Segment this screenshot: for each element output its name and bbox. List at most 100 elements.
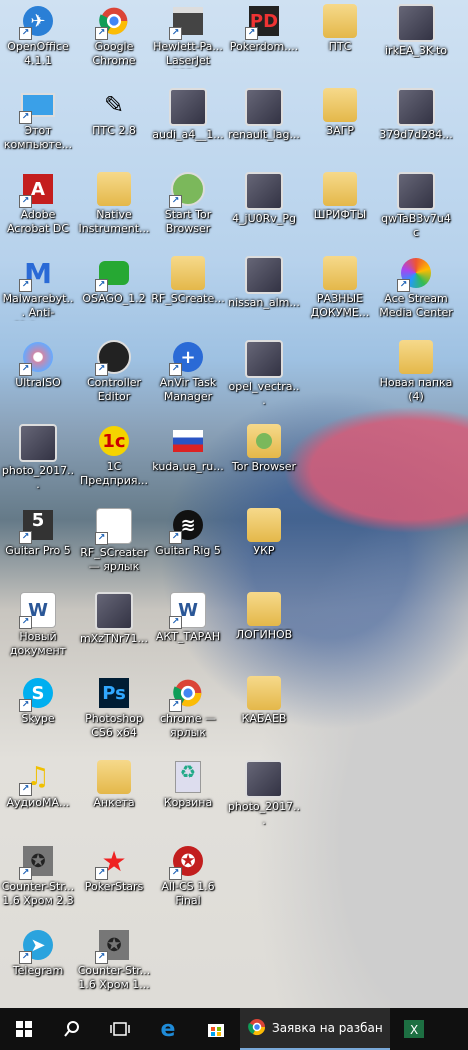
desktop-icon[interactable]: КАБАЕВ (226, 672, 302, 750)
desktop-icon[interactable]: УКР (226, 504, 302, 582)
desktop-icon[interactable]: ✈ ↗ OpenOffice 4.1.1 (0, 0, 76, 78)
desktop-icon[interactable]: ★ ↗ PokerStars (76, 840, 152, 918)
chrome-icon: ↗ (169, 676, 205, 712)
ultraiso-disc-icon: ↗ (19, 340, 55, 376)
folder-icon (323, 256, 357, 290)
desktop-icon[interactable]: ↗ UltraISO (0, 336, 76, 414)
desktop-icon[interactable]: ↗ RF_SCreater — ярлык (76, 504, 152, 582)
desktop-icon-label: opel_vectra... (228, 380, 300, 407)
shortcut-arrow-icon: ↗ (19, 783, 32, 796)
desktop-icon-label: RF_SCreate... (151, 292, 225, 305)
desktop-icon[interactable]: ♫ ↗ АудиоМА... (0, 756, 76, 834)
desktop-icon-label: Counter-Str... 1.6 Хром 2.3 (1, 880, 75, 907)
desktop-icon[interactable]: S ↗ Skype (0, 672, 76, 750)
desktop-icon-label: Этот компьюте... (3, 124, 73, 151)
desktop-icon[interactable]: audi_a4__1... (150, 84, 226, 162)
desktop-icon[interactable]: ЛОГИНОВ (226, 588, 302, 666)
excel-icon[interactable]: X (390, 1008, 438, 1050)
desktop-icon[interactable]: W ↗ АКТ_ТАРАН (150, 588, 226, 666)
desktop-icon-label: Start Tor Browser (164, 208, 212, 235)
desktop-icon[interactable]: Tor Browser (226, 420, 302, 498)
shortcut-arrow-icon: ↗ (19, 111, 32, 124)
desktop-icon[interactable]: ЗАГР (302, 84, 378, 162)
desktop-icon-label: Pokerdom.... (229, 40, 299, 53)
shortcut-arrow-icon: ↗ (169, 867, 182, 880)
desktop-icon[interactable]: ↗ Start Tor Browser (150, 168, 226, 246)
anvir-icon: + ↗ (169, 340, 205, 376)
desktop-icon[interactable]: 5 ↗ Guitar Pro 5 (0, 504, 76, 582)
desktop-icon[interactable]: Анкета (76, 756, 152, 834)
desktop-icon[interactable]: ↗ OSAGO_1.2 (76, 252, 152, 330)
acrobat-icon: A ↗ (19, 172, 55, 208)
desktop-icon[interactable]: A ↗ Adobe Acrobat DC (0, 168, 76, 246)
tor-globe-icon: ↗ (169, 172, 205, 208)
desktop-icon[interactable]: ♻ Корзина (150, 756, 226, 834)
desktop-icon[interactable]: 4_jU0Rv_Pg (226, 168, 302, 246)
flag-photo-icon (171, 424, 205, 458)
desktop-icon[interactable]: ✪ ↗ Counter-Str... 1.6 Хром 1... (76, 924, 152, 1002)
desktop-icon[interactable]: ↗ Ace Stream Media Center (378, 252, 454, 330)
store-icon[interactable] (192, 1008, 240, 1050)
folder-icon (323, 172, 357, 206)
desktop-icon[interactable]: ↗ Этот компьюте... (0, 84, 76, 162)
desktop-icon-label: Malwarebyt... Anti-Malware (2, 292, 74, 321)
desktop-icon-label: Adobe Acrobat DC (6, 208, 70, 235)
desktop-icon[interactable]: qwTaB3v7u4c (378, 168, 454, 246)
edge-icon[interactable]: e (144, 1008, 192, 1050)
photo-icon (19, 424, 57, 462)
desktop-icon[interactable]: Новая папка (4) (378, 336, 454, 414)
desktop-icon[interactable]: + ↗ AnVir Task Manager (150, 336, 226, 414)
desktop-icon[interactable]: opel_vectra... (226, 336, 302, 414)
desktop-icon[interactable]: mXzTNr71... (76, 588, 152, 666)
desktop-icon[interactable]: ✎ ПТС 2.8 (76, 84, 152, 162)
folder-icon (247, 676, 281, 710)
desktop-icon-label: Новая папка (4) (379, 376, 453, 403)
osago-car-icon: ↗ (95, 256, 131, 292)
desktop-icon[interactable]: M↗Malwarebyt... Anti-Malware (0, 252, 76, 330)
chrome-taskbar-app[interactable]: Заявка на разбан! ... (240, 1008, 390, 1050)
desktop-icon[interactable]: РАЗНЫЕ ДОКУМЕ... (302, 252, 378, 330)
shortcut-arrow-icon: ↗ (19, 616, 32, 629)
desktop-icon-label: nissan_alm... (228, 296, 300, 309)
desktop-icon[interactable]: nissan_alm... (226, 252, 302, 330)
folder-icon (399, 340, 433, 374)
desktop-icon[interactable]: ✪ ↗ Counter-Str... 1.6 Хром 2.3 (0, 840, 76, 918)
desktop-icon[interactable]: photo_2017... (226, 756, 302, 834)
desktop-icon[interactable]: ↗Hewlett-Pa... LaserJet 305... (150, 0, 226, 78)
search-icon[interactable] (48, 1008, 96, 1050)
desktop-icon[interactable]: W↗Новый документ в... (0, 588, 76, 666)
desktop-icon[interactable]: irkEA_3K-to (378, 0, 454, 78)
desktop-icon[interactable]: 379d7d284... (378, 84, 454, 162)
desktop-icon-label: audi_a4__1... (152, 128, 224, 141)
desktop-icon[interactable]: ➤ ↗ Telegram (0, 924, 76, 1002)
desktop-icon[interactable]: RF_SCreate... (150, 252, 226, 330)
desktop-icon[interactable]: ↗ Controller Editor (76, 336, 152, 414)
desktop-icon[interactable]: 1c 1С Предприя... (76, 420, 152, 498)
desktop-icon[interactable]: Ps Photoshop CS6 x64 (76, 672, 152, 750)
windows-start-icon[interactable] (0, 1008, 48, 1050)
desktop-icon[interactable]: ШРИФТЫ (302, 168, 378, 246)
desktop-icon[interactable]: renault_lag... (226, 84, 302, 162)
desktop-icon-label: All-CS 1.6 Final (161, 880, 215, 907)
shortcut-arrow-icon: ↗ (95, 363, 108, 376)
desktop-icon[interactable]: ≋ ↗ Guitar Rig 5 (150, 504, 226, 582)
desktop-icon[interactable]: ✪ ↗ All-CS 1.6 Final (150, 840, 226, 918)
audio-icon: ♫ ↗ (19, 760, 55, 796)
shortcut-arrow-icon: ↗ (169, 616, 182, 629)
task-view-icon[interactable] (96, 1008, 144, 1050)
desktop-icon[interactable]: photo_2017... (0, 420, 76, 498)
desktop-icon[interactable]: ПТС (302, 0, 378, 78)
photo-icon (245, 340, 283, 378)
desktop-icon[interactable]: ↗ chrome — ярлык (150, 672, 226, 750)
recycle-bin-icon: ♻ (171, 760, 205, 794)
pokerdom-icon: PD ↗ (245, 4, 281, 40)
shortcut-arrow-icon: ↗ (19, 867, 32, 880)
desktop-icon[interactable]: Native Instrument... (76, 168, 152, 246)
photo-icon (245, 256, 283, 294)
chrome-icon (248, 1018, 266, 1039)
desktop-icon[interactable]: PD ↗ Pokerdom.... (226, 0, 302, 78)
printer-icon: ↗ (169, 4, 205, 40)
word-doc-icon: W ↗ (19, 592, 56, 629)
desktop-icon[interactable]: ↗ Google Chrome (76, 0, 152, 78)
desktop-icon[interactable]: kuda.ua_ru... (150, 420, 226, 498)
